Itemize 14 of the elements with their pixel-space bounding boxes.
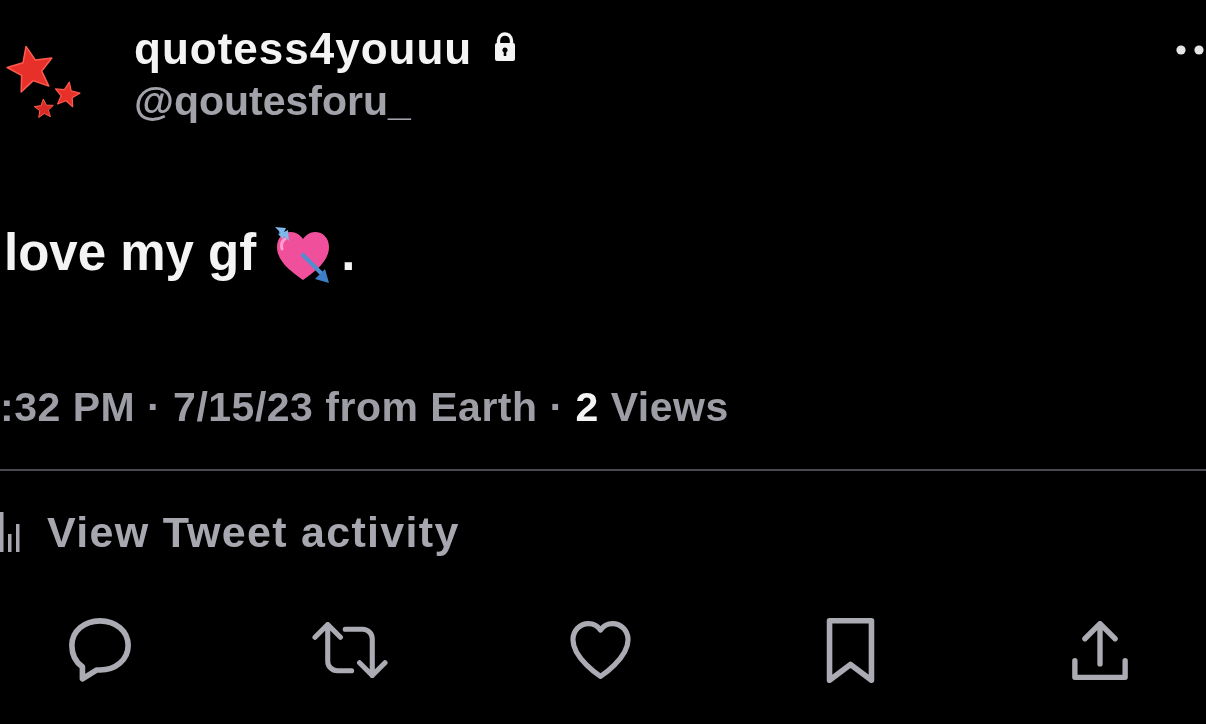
bar-chart-icon [0,512,22,552]
bookmark-icon[interactable] [824,617,876,683]
retweet-icon[interactable] [312,622,388,678]
tweet-metadata: :32 PM · 7/15/23 from Earth · 2 Views [0,383,730,432]
stars-avatar-icon [6,44,82,120]
share-icon[interactable] [1071,620,1129,680]
user-handle: @qoutesforu_ [134,77,411,126]
more-icon[interactable] [1176,45,1204,55]
display-name: quotess4youuu [134,24,473,74]
tweet-text: love my gf [4,223,257,283]
view-activity-link[interactable]: View Tweet activity [47,507,460,557]
heart-icon[interactable] [568,621,632,679]
reply-icon[interactable] [69,618,131,682]
tweet-text-end: . [341,223,356,283]
